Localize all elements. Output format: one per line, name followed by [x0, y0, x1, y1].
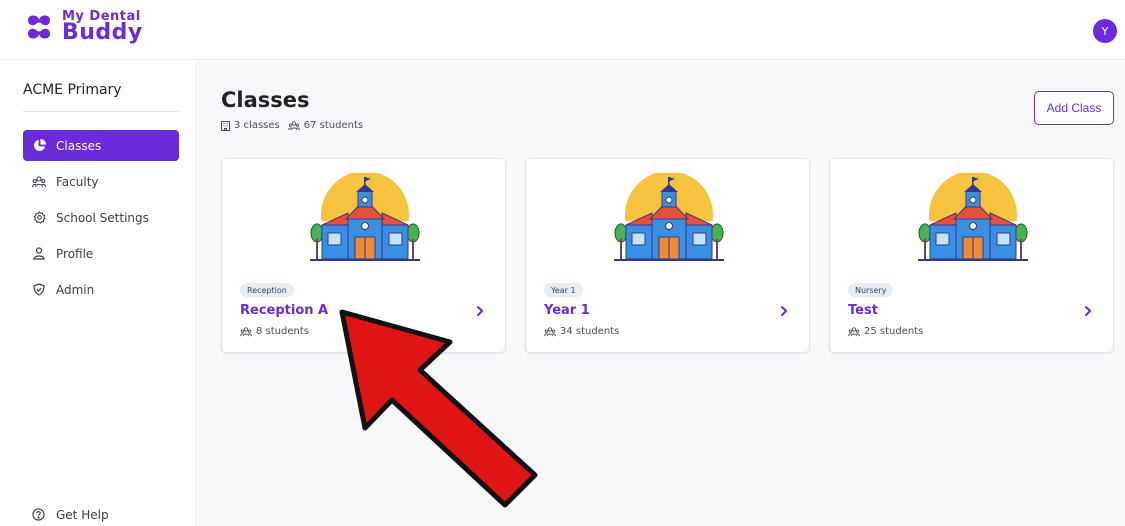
- class-level-badge: Reception: [240, 283, 294, 297]
- chevron-right-icon[interactable]: [1082, 305, 1094, 317]
- class-card-test[interactable]: Nursery Test 25 students: [829, 158, 1114, 353]
- sidebar-nav: Classes Faculty School Settings Profile …: [23, 130, 179, 310]
- school-illustration: [604, 171, 734, 265]
- school-name: ACME Primary: [23, 82, 122, 98]
- class-student-count: 8 students: [240, 326, 309, 337]
- student-count-text: 25 students: [864, 326, 924, 337]
- class-student-count: 34 students: [544, 326, 619, 337]
- class-card-reception-a[interactable]: Reception Reception A 8 students: [221, 158, 506, 353]
- top-bar: My Dental Buddy Y: [0, 0, 1125, 60]
- people-icon: [848, 326, 860, 336]
- sidebar-item-faculty[interactable]: Faculty: [23, 166, 179, 197]
- student-count-text: 8 students: [256, 326, 309, 337]
- people-icon: [32, 175, 46, 189]
- gear-icon: [32, 211, 46, 225]
- help-circle-icon: [32, 508, 46, 522]
- sidebar-item-label: Admin: [56, 282, 95, 297]
- pie-chart-icon: [32, 139, 46, 153]
- class-name[interactable]: Year 1: [544, 303, 590, 318]
- get-help-label: Get Help: [56, 508, 109, 522]
- people-icon: [240, 326, 252, 336]
- class-name[interactable]: Reception A: [240, 303, 328, 318]
- sidebar-item-label: Faculty: [56, 174, 99, 189]
- app-logo[interactable]: My Dental Buddy: [22, 10, 143, 44]
- class-summary: 3 classes 67 students: [221, 120, 371, 131]
- school-illustration: [908, 171, 1038, 265]
- get-help-link[interactable]: Get Help: [32, 508, 109, 522]
- sidebar: ACME Primary Classes Faculty School Sett…: [0, 61, 197, 526]
- classes-count: 3 classes: [234, 120, 280, 131]
- sidebar-divider: [23, 111, 179, 112]
- sidebar-item-profile[interactable]: Profile: [23, 238, 179, 269]
- people-icon: [287, 120, 300, 130]
- shield-icon: [32, 283, 46, 297]
- user-avatar[interactable]: Y: [1093, 19, 1117, 43]
- class-student-count: 25 students: [848, 326, 923, 337]
- class-card-year-1[interactable]: Year 1 Year 1 34 students: [525, 158, 810, 353]
- page-title: Classes: [221, 88, 310, 112]
- logo-icon: [28, 15, 50, 39]
- sidebar-item-label: Classes: [56, 138, 102, 153]
- class-level-badge: Nursery: [848, 283, 894, 297]
- sidebar-item-admin[interactable]: Admin: [23, 274, 179, 305]
- student-count-text: 34 students: [560, 326, 620, 337]
- sidebar-item-label: School Settings: [56, 210, 149, 225]
- people-icon: [544, 326, 556, 336]
- building-icon: [221, 120, 230, 131]
- chevron-right-icon[interactable]: [474, 305, 486, 317]
- sidebar-item-classes[interactable]: Classes: [23, 130, 179, 161]
- logo-text-line2: Buddy: [62, 20, 143, 45]
- school-illustration: [300, 171, 430, 265]
- main-content: Classes 3 classes 67 students Add Class …: [198, 61, 1125, 526]
- class-name[interactable]: Test: [848, 303, 878, 318]
- add-class-button[interactable]: Add Class: [1034, 91, 1114, 125]
- class-level-badge: Year 1: [544, 283, 583, 297]
- chevron-right-icon[interactable]: [778, 305, 790, 317]
- sidebar-item-label: Profile: [56, 246, 94, 261]
- students-count: 67 students: [303, 120, 364, 131]
- user-icon: [32, 247, 46, 261]
- sidebar-item-school-settings[interactable]: School Settings: [23, 202, 179, 233]
